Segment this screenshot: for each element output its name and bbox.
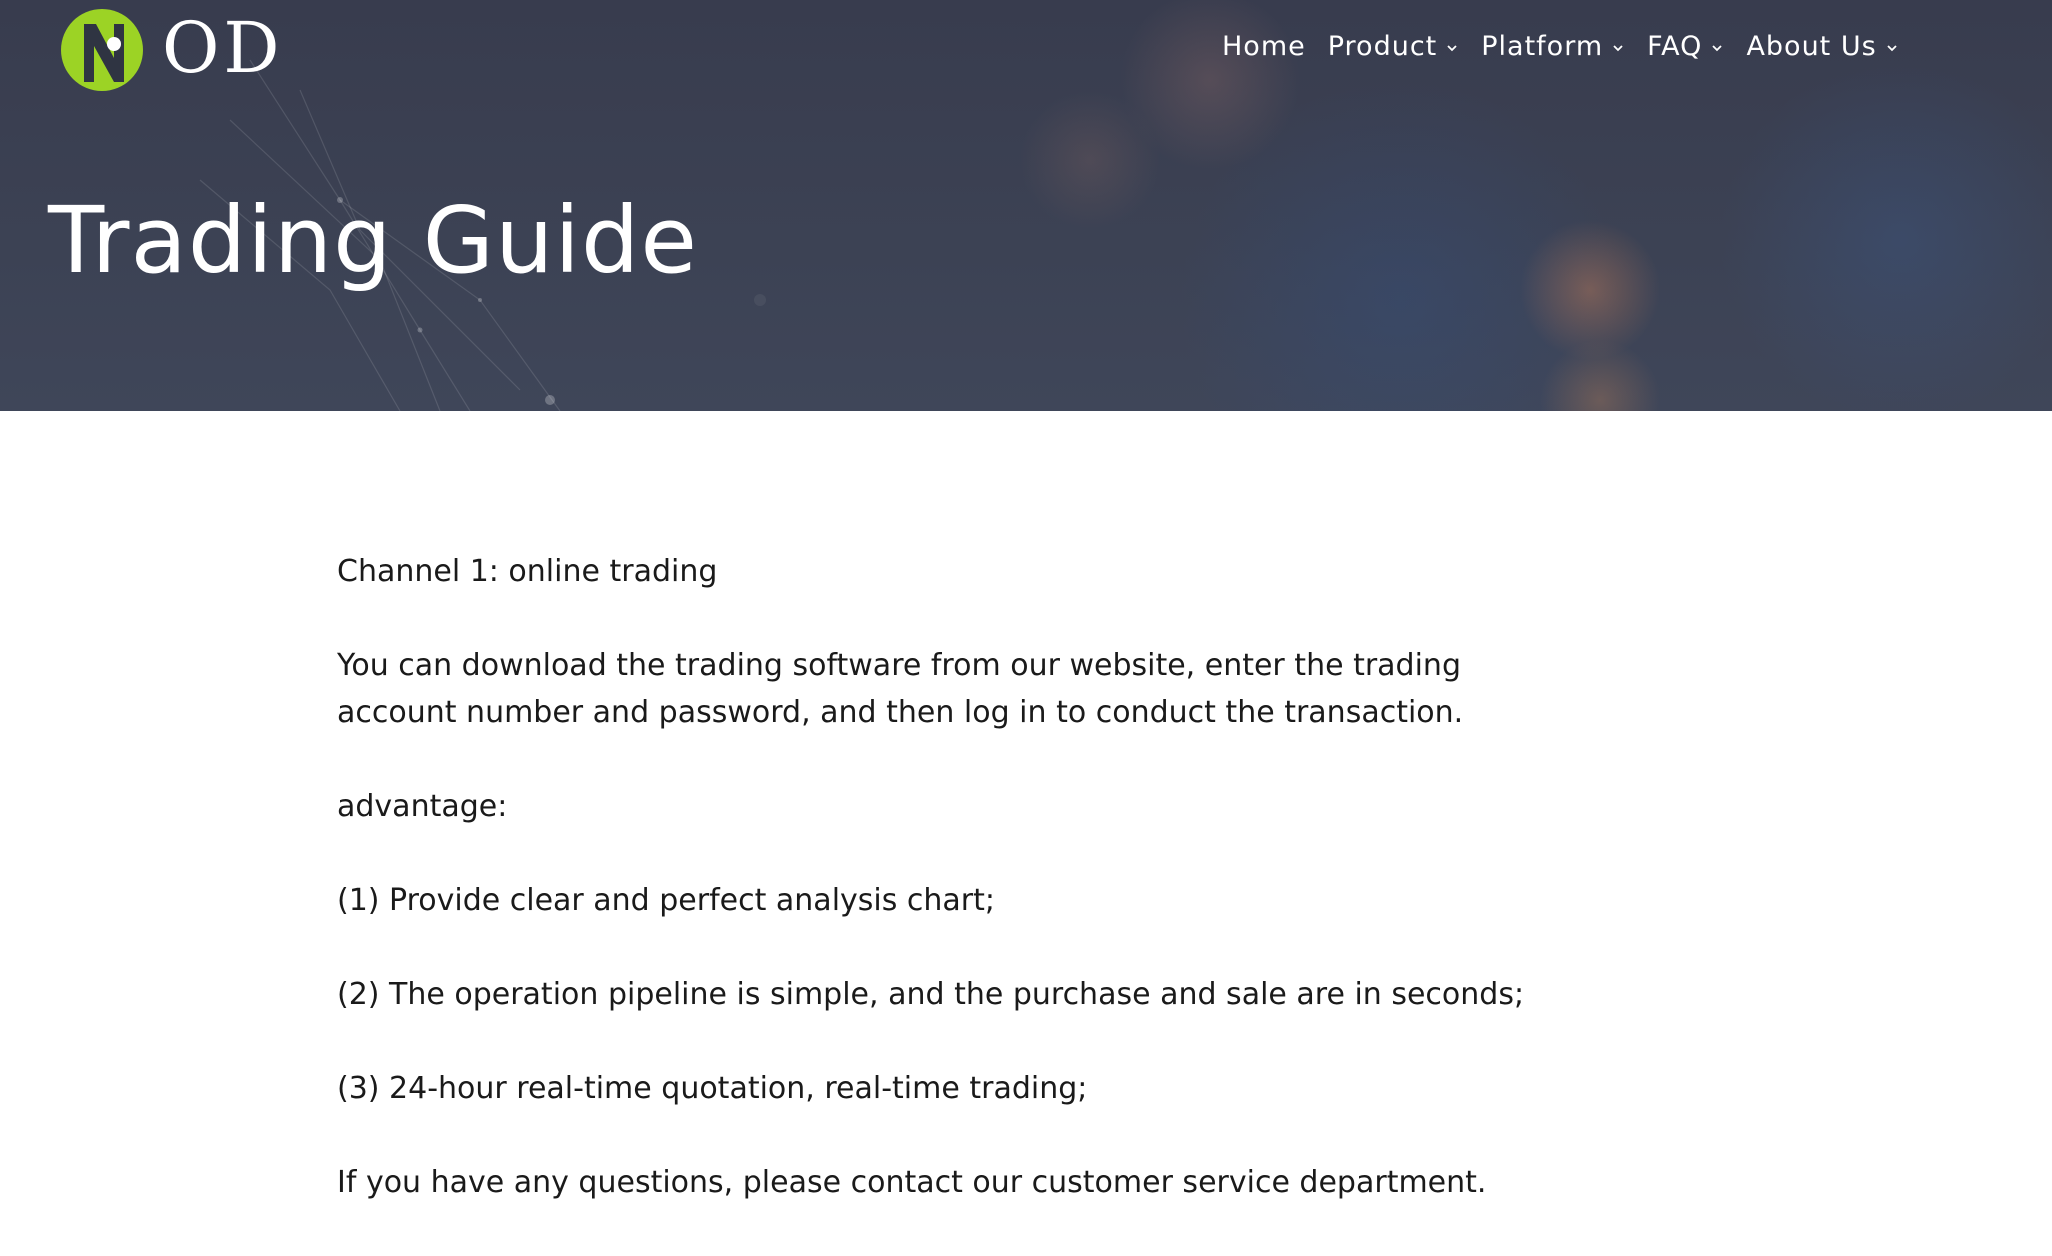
nav-item-label: Home (1222, 30, 1306, 62)
advantage-item-1: (1) Provide clear and perfect analysis c… (337, 883, 996, 918)
guide-content: Channel 1: online trading You can downlo… (337, 548, 1587, 1253)
nav-item-faq[interactable]: FAQ (1647, 31, 1724, 62)
nav-item-home[interactable]: Home (1222, 31, 1306, 62)
nav-item-product[interactable]: Product (1328, 31, 1460, 62)
advantage-item-3: (3) 24-hour real-time quotation, real-ti… (337, 1071, 1088, 1106)
nav-item-about-us[interactable]: About Us (1746, 31, 1898, 62)
chevron-down-icon (1887, 45, 1897, 52)
chevron-down-icon (1712, 45, 1723, 52)
hero-banner: OD Home Product Platform FAQ About Us Tr… (0, 0, 2052, 411)
brand-name: OD (162, 7, 284, 89)
instructions-paragraph: You can download the trading software fr… (337, 648, 1464, 730)
advantage-label: advantage: (337, 789, 508, 824)
page-title: Trading Guide (48, 187, 698, 294)
logo[interactable]: OD (58, 4, 284, 92)
chevron-down-icon (1447, 45, 1457, 52)
nav-item-label: FAQ (1647, 30, 1703, 62)
nav-item-platform[interactable]: Platform (1481, 31, 1625, 62)
chevron-down-icon (1613, 45, 1623, 52)
logo-mark-icon (61, 9, 143, 91)
contact-note: If you have any questions, please contac… (337, 1165, 1487, 1200)
nav-item-label: Product (1327, 30, 1438, 62)
advantage-item-2: (2) The operation pipeline is simple, an… (337, 977, 1525, 1012)
channel-heading: Channel 1: online trading (337, 554, 718, 589)
nav-item-label: Platform (1481, 30, 1604, 62)
nav-item-label: About Us (1746, 30, 1877, 62)
main-nav: Home Product Platform FAQ About Us (1222, 22, 1921, 70)
